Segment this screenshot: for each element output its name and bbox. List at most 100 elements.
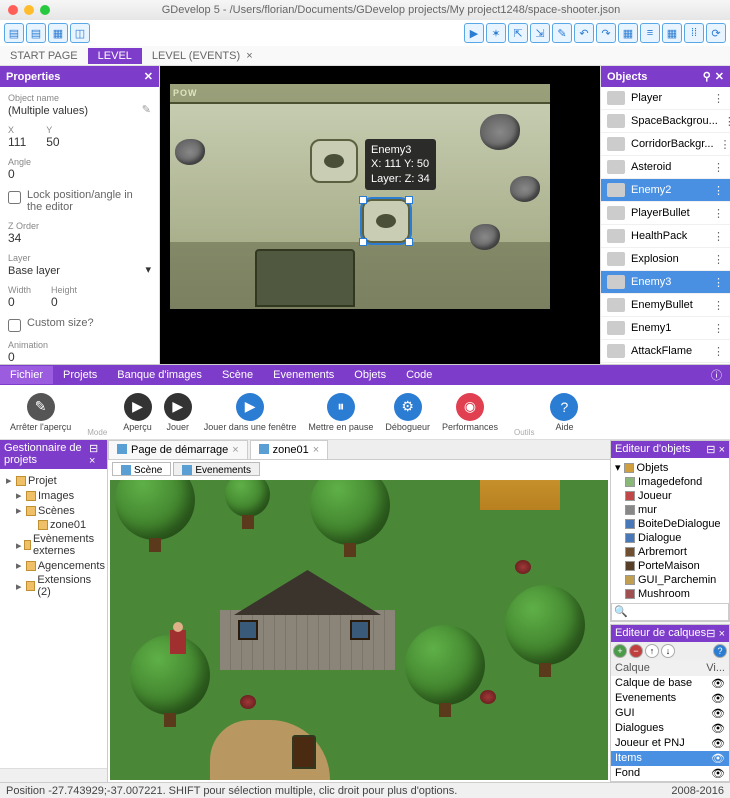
dots-button[interactable]: ⁞⁞ <box>684 23 704 43</box>
toolbar-arr-ter-l-aper-u[interactable]: ✎Arrêter l'aperçu <box>6 391 75 434</box>
object-item[interactable]: EnemyBullet⋮ <box>601 294 730 317</box>
tab-start-page[interactable]: START PAGE <box>0 48 88 64</box>
export-button[interactable]: ⇱ <box>508 23 528 43</box>
play-button[interactable]: ▶ <box>464 23 484 43</box>
kebab-icon[interactable]: ⋮ <box>713 230 724 243</box>
tree-item[interactable]: zone01 <box>2 518 105 532</box>
house-sprite[interactable] <box>480 480 560 510</box>
layer-down-button[interactable]: ↓ <box>661 644 675 658</box>
tree-item[interactable]: ▸Extensions (2) <box>2 573 105 599</box>
object-item[interactable]: PlayerBullet⋮ <box>601 202 730 225</box>
object-item[interactable]: GUI_Parchemin <box>613 573 727 587</box>
scene-canvas[interactable] <box>110 480 608 780</box>
menu-code[interactable]: Code <box>396 366 442 384</box>
layer-item[interactable]: Calque de base👁 <box>611 676 729 691</box>
tab-level[interactable]: LEVEL <box>88 48 142 64</box>
tree-sprite[interactable] <box>115 480 195 540</box>
visibility-icon[interactable]: 👁 <box>711 677 725 690</box>
object-item[interactable]: Player⋮ <box>601 87 730 110</box>
layer-item[interactable]: Joueur et PNJ👁 <box>611 736 729 751</box>
edit-icon[interactable]: ✎ <box>142 103 151 116</box>
add-layer-button[interactable]: + <box>613 644 627 658</box>
list-button[interactable]: ≡ <box>640 23 660 43</box>
angle-field[interactable]: 0 <box>8 167 151 181</box>
kebab-icon[interactable]: ⋮ <box>713 276 724 289</box>
toolbar-btn-2[interactable]: ▤ <box>26 23 46 43</box>
custom-size-checkbox[interactable] <box>8 319 21 332</box>
import-button[interactable]: ⇲ <box>530 23 550 43</box>
resize-handle[interactable] <box>405 196 413 204</box>
visibility-icon[interactable]: 👁 <box>711 752 725 765</box>
toolbar-aide[interactable]: ?Aide <box>546 391 582 434</box>
search-input[interactable] <box>611 603 729 621</box>
object-item[interactable]: Arbremort <box>613 545 727 559</box>
visibility-icon[interactable]: 👁 <box>711 707 725 720</box>
layer-help-button[interactable]: ? <box>713 644 727 658</box>
maximize-window-button[interactable] <box>40 5 50 15</box>
kebab-icon[interactable]: ⋮ <box>713 92 724 105</box>
subtab-evenements[interactable]: Evenements <box>173 462 260 476</box>
tree-root[interactable]: ▾ Objets <box>613 460 727 475</box>
layer-up-button[interactable]: ↑ <box>645 644 659 658</box>
tree-item[interactable]: ▸Evènements externes <box>2 532 105 558</box>
layer-item[interactable]: Items👁 <box>611 751 729 766</box>
scene-canvas[interactable]: POW Enemy3 X: 111 Y: 50 Layer: Z <box>160 66 600 364</box>
menu-objets[interactable]: Objets <box>344 366 396 384</box>
object-item[interactable]: Enemy3⋮ <box>601 271 730 294</box>
menu-scène[interactable]: Scène <box>212 366 263 384</box>
kebab-icon[interactable]: ⋮ <box>713 299 724 312</box>
pin-icon[interactable]: ⊟ × <box>706 443 725 456</box>
menu-evenements[interactable]: Evenements <box>263 366 344 384</box>
filter-icon[interactable]: ⚲ <box>703 70 711 83</box>
object-item[interactable]: LifebarContainer⋮ <box>601 363 730 364</box>
tree-sprite[interactable] <box>505 585 585 665</box>
tree-sprite[interactable] <box>310 480 390 545</box>
grid-button[interactable]: ▦ <box>662 23 682 43</box>
tree-item[interactable]: ▸Scènes <box>2 503 105 518</box>
object-item[interactable]: Mushroom <box>613 587 727 601</box>
close-icon[interactable]: ✕ <box>715 70 724 83</box>
toolbar-aper-u[interactable]: ▶Aperçu <box>119 391 156 434</box>
close-icon[interactable]: × <box>232 444 238 456</box>
enemy-sprite-selected[interactable] <box>362 199 410 243</box>
layer-select[interactable]: Base layer ▾ <box>8 263 151 277</box>
doc-tab[interactable]: Page de démarrage× <box>108 440 248 459</box>
visibility-icon[interactable]: 👁 <box>711 692 725 705</box>
enemy-sprite[interactable] <box>310 139 358 183</box>
object-item[interactable]: Imagedefond <box>613 475 727 489</box>
pin-icon[interactable]: ⊟ × <box>89 442 103 467</box>
height-field[interactable]: 0 <box>51 295 77 309</box>
minimize-window-button[interactable] <box>24 5 34 15</box>
kebab-icon[interactable]: ⋮ <box>713 184 724 197</box>
object-item[interactable]: Enemy2⋮ <box>601 179 730 202</box>
kebab-icon[interactable]: ⋮ <box>713 322 724 335</box>
toolbar-jouer[interactable]: ▶Jouer <box>160 391 196 434</box>
undo-button[interactable]: ↶ <box>574 23 594 43</box>
toolbar-btn-3[interactable]: ▦ <box>48 23 68 43</box>
toolbar-d-bogueur[interactable]: ⚙Débogueur <box>381 391 434 434</box>
tree-item[interactable]: ▸Agencements <box>2 558 105 573</box>
toolbar-jouer-dans-une-fen-tre[interactable]: ▶Jouer dans une fenêtre <box>200 391 301 434</box>
kebab-icon[interactable]: ⋮ <box>724 115 730 128</box>
width-field[interactable]: 0 <box>8 295 31 309</box>
visibility-icon[interactable]: 👁 <box>711 767 725 780</box>
object-item[interactable]: mur <box>613 503 727 517</box>
toolbar-btn-4[interactable]: ◫ <box>70 23 90 43</box>
menu-banque d'images[interactable]: Banque d'images <box>107 366 212 384</box>
object-item[interactable]: SpaceBackgrou...⋮ <box>601 110 730 133</box>
tree-sprite[interactable] <box>225 480 270 517</box>
toolbar-performances[interactable]: ◉Performances <box>438 391 502 434</box>
resize-handle[interactable] <box>359 238 367 246</box>
menu-fichier[interactable]: Fichier <box>0 366 53 384</box>
tree-sprite[interactable] <box>405 625 485 705</box>
object-item[interactable]: Asteroid⋮ <box>601 156 730 179</box>
redo-button[interactable]: ↷ <box>596 23 616 43</box>
object-item[interactable]: Joueur <box>613 489 727 503</box>
close-icon[interactable]: ✕ <box>144 70 153 83</box>
animation-field[interactable]: 0 <box>8 350 151 364</box>
toolbar-btn-1[interactable]: ▤ <box>4 23 24 43</box>
horizontal-scrollbar[interactable] <box>0 768 107 782</box>
doc-tab[interactable]: zone01× <box>250 440 329 459</box>
object-item[interactable]: BoiteDeDialogue <box>613 517 727 531</box>
visibility-icon[interactable]: 👁 <box>711 722 725 735</box>
